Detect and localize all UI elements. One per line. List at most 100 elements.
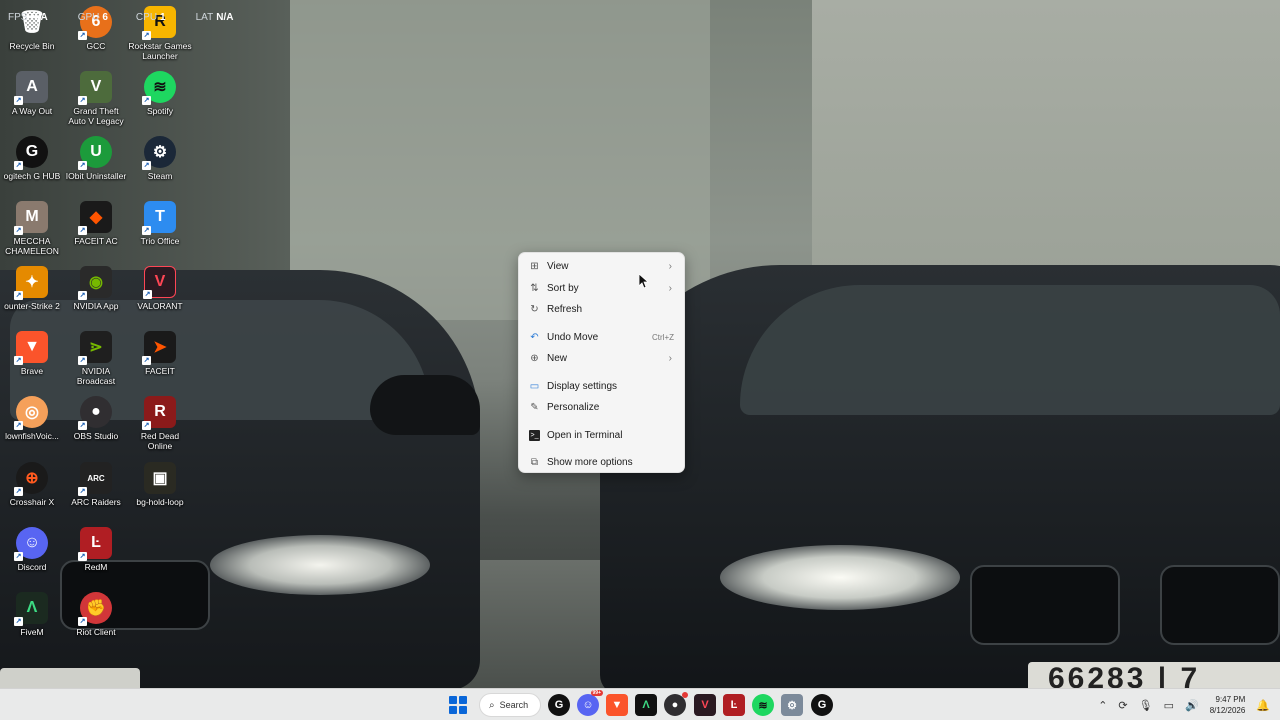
desktop-icon-a-way-out[interactable]: A ↗ A Way Out: [0, 71, 64, 116]
spotify-icon: ≋ ↗: [142, 71, 176, 105]
plus-circle-icon: ⊕: [530, 353, 539, 364]
desktop-icon-obs[interactable]: ● ↗ OBS Studio: [64, 396, 128, 441]
windows-logo-icon: [449, 705, 458, 714]
taskbar-valorant[interactable]: V: [694, 694, 716, 716]
desktop-icon-gta-v[interactable]: V ↗ Grand Theft Auto V Legacy: [64, 71, 128, 126]
desktop-icon-discord[interactable]: ☺ ↗ Discord: [0, 527, 64, 572]
desktop-icon-label: FACEIT: [145, 366, 175, 376]
windows-logo-icon: [458, 705, 467, 714]
menu-item-undo-move[interactable]: ↶ Undo Move Ctrl+Z: [519, 327, 684, 349]
search-icon: ⌕: [489, 699, 495, 711]
desktop-icon-nvidia-broadcast[interactable]: ⋗ ↗ NVIDIA Broadcast: [64, 331, 128, 386]
clock-date: 8/12/2026: [1209, 706, 1246, 715]
desktop-icon-brave[interactable]: ▼ ↗ Brave: [0, 331, 64, 376]
logitech-g-icon: G: [817, 699, 827, 711]
taskbar-obs[interactable]: ●: [664, 692, 688, 716]
desktop-icon-meccha[interactable]: M ↗ MECCHA CHAMELEON: [0, 201, 64, 256]
desktop-icon-fivem[interactable]: Λ ↗ FiveM: [0, 592, 64, 637]
desktop-icon-arc-raiders[interactable]: ARC ↗ ARC Raiders: [64, 462, 128, 507]
desktop-icon-nvidia-app[interactable]: ◉ ↗ NVIDIA App: [64, 266, 128, 311]
chevron-right-icon: ›: [668, 282, 672, 294]
menu-item-label: Sort by: [547, 282, 579, 294]
desktop-icon-label: FiveM: [20, 627, 44, 637]
taskbar-logitech-g-hub[interactable]: G: [548, 694, 570, 716]
chevron-up-icon[interactable]: ⌃: [1098, 699, 1107, 712]
desktop-icon-label: RedM: [84, 562, 108, 572]
clownfish-icon: ◎ ↗: [14, 396, 48, 430]
taskbar-brave[interactable]: ▼: [606, 694, 628, 716]
desktop-icon-trio-office[interactable]: T ↗ Trio Office: [128, 201, 192, 246]
desktop-icon-counter-strike[interactable]: ✦ ↗ ounter-Strike 2: [0, 266, 64, 311]
desktop-icon-label: Grand Theft Auto V Legacy: [68, 106, 124, 126]
desktop-icon-bg-hold-loop[interactable]: ▣ bg-hold-loop: [128, 462, 192, 507]
desktop-icon-red-dead-online[interactable]: R ↗ Red Dead Online: [128, 396, 192, 451]
desktop-icon-faceit-ac[interactable]: ◆ ↗ FACEIT AC: [64, 201, 128, 246]
sync-icon[interactable]: ⟳: [1118, 699, 1127, 712]
menu-item-label: Personalize: [547, 402, 600, 414]
monitor-icon[interactable]: ▭: [1164, 699, 1174, 712]
desktop-icon-label: Brave: [20, 366, 44, 376]
desktop-icon-valorant[interactable]: V ↗ VALORANT: [128, 266, 192, 311]
volume-icon[interactable]: 🔊: [1185, 699, 1199, 712]
desktop-icon-label: NVIDIA App: [73, 301, 119, 311]
notification-badge: 99+: [590, 690, 603, 696]
menu-item-sort-by[interactable]: ⇅ Sort by ›: [519, 278, 684, 300]
taskbar-fivem[interactable]: Λ: [635, 694, 657, 716]
brave-icon: ▼ ↗: [14, 331, 48, 365]
desktop-icon-label: Steam: [147, 171, 173, 181]
desktop-icon-iobit[interactable]: U ↗ IObit Uninstaller: [64, 136, 128, 181]
menu-item-refresh[interactable]: ↻ Refresh: [519, 299, 684, 321]
taskbar-logitech-g[interactable]: G: [811, 694, 833, 716]
desktop-icon-crosshair-x[interactable]: ⊕ ↗ Crosshair X: [0, 462, 64, 507]
fps-stat: FPS N/A: [8, 12, 48, 23]
taskbar-spotify[interactable]: ≋: [752, 694, 774, 716]
a-way-out-icon: A ↗: [14, 71, 48, 105]
crosshair-x-icon: ⊕ ↗: [14, 462, 48, 496]
desktop-icon-label: NVIDIA Broadcast: [76, 366, 116, 386]
undo-icon: ↶: [530, 331, 539, 343]
menu-item-open-terminal[interactable]: >_ Open in Terminal: [519, 425, 684, 447]
desktop-icon-faceit[interactable]: ➤ ↗ FACEIT: [128, 331, 192, 376]
desktop-icon-riot-client[interactable]: ✊ ↗ Riot Client: [64, 592, 128, 637]
start-button[interactable]: [449, 696, 467, 714]
desktop-icon-steam[interactable]: ⚙ ↗ Steam: [128, 136, 192, 181]
chevron-right-icon: ›: [668, 353, 672, 365]
menu-item-view[interactable]: ⊞ View ›: [519, 256, 684, 278]
gta-v-icon: V ↗: [78, 71, 112, 105]
taskbar-search-button[interactable]: ⌕ Search: [479, 693, 541, 717]
notification-bell-icon[interactable]: 🔔: [1256, 699, 1270, 712]
clock[interactable]: 9:47 PM 8/12/2026: [1210, 694, 1246, 716]
desktop-icon-logitech[interactable]: G ↗ ogitech G HUB: [0, 136, 64, 181]
cpu-stat: CPU 1: [135, 12, 166, 23]
mouse-cursor-icon: [639, 274, 649, 289]
desktop-icon-spotify[interactable]: ≋ ↗ Spotify: [128, 71, 192, 116]
desktop-icon-label: GCC: [86, 41, 106, 51]
menu-item-label: Show more options: [547, 457, 633, 469]
taskbar-redm[interactable]: Ŀ: [723, 694, 745, 716]
taskbar: ⌕ Search G ☺ 99+ ▼ Λ ● V Ŀ ≋ ⚙ G ⌃ ⟳ 🎙 ▭…: [0, 688, 1280, 720]
menu-item-label: Display settings: [547, 380, 618, 392]
microphone-icon[interactable]: 🎙: [1139, 699, 1153, 712]
desktop-icon-clownfish[interactable]: ◎ ↗ lownfishVoic...: [0, 396, 64, 441]
discord-icon: ☺ ↗: [14, 527, 48, 561]
taskbar-discord[interactable]: ☺ 99+: [577, 690, 603, 716]
wallpaper-license-plate: 66283 | 7: [1028, 662, 1280, 688]
desktop-icon-label: Trio Office: [140, 236, 180, 246]
menu-item-personalize[interactable]: ✎ Personalize: [519, 397, 684, 419]
menu-item-new[interactable]: ⊕ New ›: [519, 348, 684, 370]
menu-item-show-more-options[interactable]: ⧉ Show more options: [519, 452, 684, 474]
desktop-icon-label: Recycle Bin: [9, 41, 55, 51]
taskbar-settings[interactable]: ⚙: [781, 694, 803, 716]
performance-overlay: FPS N/A GPU 6 CPU 1 LAT N/A: [8, 12, 233, 23]
desktop-icon-label: Riot Client: [76, 627, 116, 637]
desktop-icon-redm[interactable]: Ŀ ↗ RedM: [64, 527, 128, 572]
desktop-icon-label: FACEIT AC: [74, 236, 118, 246]
desktop-icon-label: ARC Raiders: [71, 497, 121, 507]
logitech-g-icon: G ↗: [14, 136, 48, 170]
wallpaper-grille-right-a: [970, 565, 1120, 645]
nvidia-broadcast-icon: ⋗ ↗: [78, 331, 112, 365]
faceit-ac-icon: ◆ ↗: [78, 201, 112, 235]
lat-stat: LAT N/A: [195, 12, 234, 23]
menu-item-display-settings[interactable]: ▭ Display settings: [519, 376, 684, 398]
fivem-icon: Λ ↗: [14, 592, 48, 626]
